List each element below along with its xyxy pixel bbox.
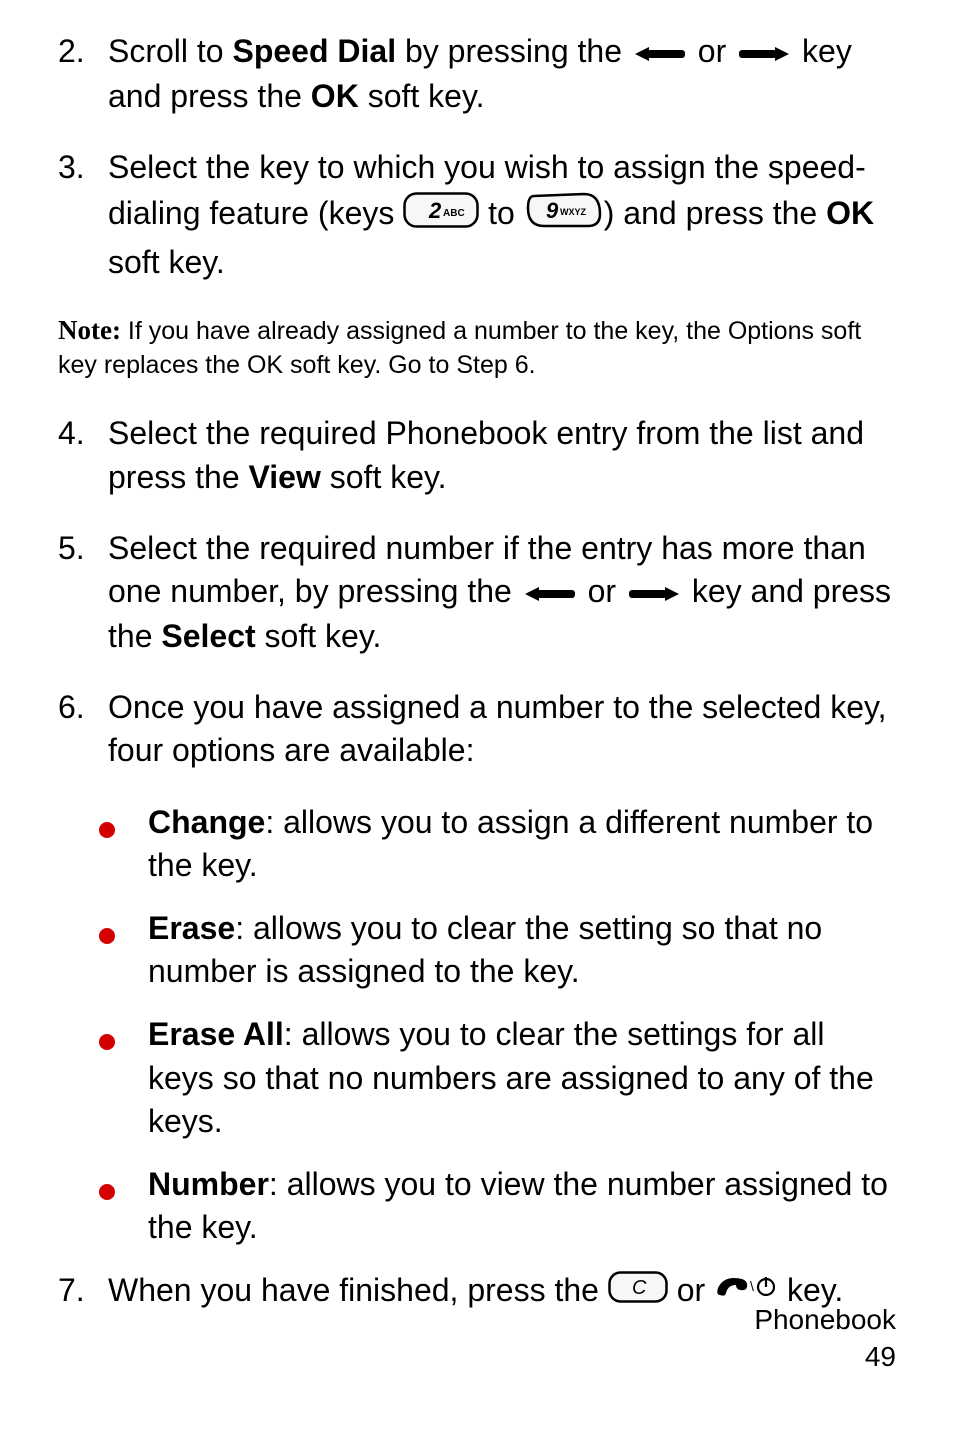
text: soft key. [108, 244, 225, 280]
text: to [479, 195, 523, 231]
bullet-dot-icon [98, 907, 148, 956]
step-number: 2. [58, 30, 108, 118]
bullet-body: Change: allows you to assign a different… [148, 801, 896, 887]
options-list: Change: allows you to assign a different… [58, 801, 896, 1250]
list-item: Erase All: allows you to clear the setti… [58, 1013, 896, 1143]
svg-text:ABC: ABC [443, 208, 465, 219]
label-view: View [249, 459, 321, 495]
step-body: Once you have assigned a number to the s… [108, 686, 896, 772]
option-label: Erase All [148, 1016, 284, 1052]
keypad-2-icon: 2ABC [403, 192, 479, 239]
step-4: 4. Select the required Phonebook entry f… [58, 412, 896, 498]
option-label: Number [148, 1166, 269, 1202]
svg-text:2: 2 [428, 198, 442, 223]
keypad-c-icon: C [608, 1271, 668, 1314]
label-select: Select [161, 618, 255, 654]
label-ok: OK [311, 78, 359, 114]
step-3: 3. Select the key to which you wish to a… [58, 146, 896, 284]
note: Note: If you have already assigned a num… [58, 312, 896, 383]
step-body: Select the required Phonebook entry from… [108, 412, 896, 498]
step-number: 7. [58, 1269, 108, 1314]
step-5: 5. Select the required number if the ent… [58, 527, 896, 659]
bullet-body: Number: allows you to view the number as… [148, 1163, 896, 1249]
text: Once you have assigned a number to the s… [108, 689, 887, 768]
text: soft key. [321, 459, 447, 495]
label-speed-dial: Speed Dial [232, 33, 396, 69]
page-content: 2. Scroll to Speed Dial by pressing the … [0, 0, 954, 1433]
option-label: Erase [148, 910, 235, 946]
list-item: Number: allows you to view the number as… [58, 1163, 896, 1249]
list-item: Erase: allows you to clear the setting s… [58, 907, 896, 993]
text: ) and press the [604, 195, 826, 231]
right-softkey-icon [625, 572, 683, 615]
bullet-dot-icon [98, 1013, 148, 1062]
left-softkey-icon [521, 572, 579, 615]
svg-text:9: 9 [546, 198, 559, 223]
section-name: Phonebook [754, 1302, 896, 1338]
keypad-9-icon: 9WXYZ [524, 190, 604, 241]
bullet-dot-icon [98, 1163, 148, 1212]
label-ok: OK [826, 195, 874, 231]
svg-text:WXYZ: WXYZ [560, 207, 587, 217]
step-number: 6. [58, 686, 108, 772]
step-body: Scroll to Speed Dial by pressing the or … [108, 30, 896, 118]
text: or [689, 33, 735, 69]
text: soft key. [256, 618, 382, 654]
text: or [668, 1272, 714, 1308]
step-number: 3. [58, 146, 108, 284]
bullet-body: Erase: allows you to clear the setting s… [148, 907, 896, 993]
left-softkey-icon [631, 32, 689, 75]
svg-text:C: C [632, 1277, 647, 1299]
text: Select the required Phonebook entry from… [108, 415, 864, 494]
text: : allows you to clear the setting so tha… [148, 910, 822, 989]
step-number: 5. [58, 527, 108, 659]
page-number: 49 [754, 1339, 896, 1375]
step-body: Select the key to which you wish to assi… [108, 146, 896, 284]
bullet-dot-icon [98, 801, 148, 850]
page-footer: Phonebook 49 [754, 1302, 896, 1375]
note-text: If you have already assigned a number to… [58, 317, 861, 379]
step-2: 2. Scroll to Speed Dial by pressing the … [58, 30, 896, 118]
list-item: Change: allows you to assign a different… [58, 801, 896, 887]
bullet-body: Erase All: allows you to clear the setti… [148, 1013, 896, 1143]
step-6: 6. Once you have assigned a number to th… [58, 686, 896, 772]
text: by pressing the [396, 33, 631, 69]
text: soft key. [359, 78, 485, 114]
text: Scroll to [108, 33, 232, 69]
note-label: Note: [58, 315, 121, 345]
step-body: Select the required number if the entry … [108, 527, 896, 659]
right-softkey-icon [735, 32, 793, 75]
svg-text:\: \ [750, 1278, 754, 1294]
text: When you have finished, press the [108, 1272, 608, 1308]
text: or [579, 573, 625, 609]
option-label: Change [148, 804, 265, 840]
step-number: 4. [58, 412, 108, 498]
